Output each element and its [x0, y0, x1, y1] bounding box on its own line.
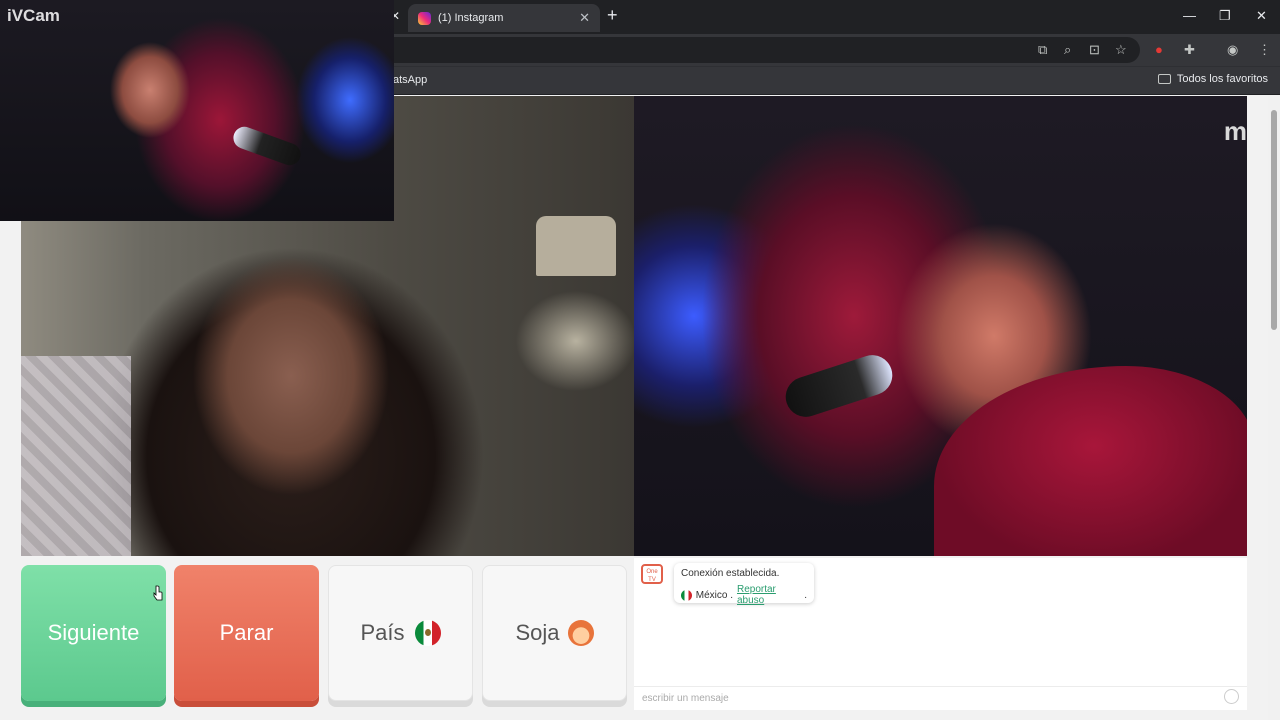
- bookmark-star-icon[interactable]: ☆: [1115, 42, 1127, 58]
- next-label: Siguiente: [47, 620, 140, 645]
- ivcam-title: iVCam: [7, 6, 60, 25]
- mouse-cursor-icon: [153, 585, 163, 601]
- tab-instagram[interactable]: (1) Instagram ✕: [408, 4, 600, 32]
- video-scene-lamp: [536, 216, 616, 276]
- video-scene-person: [934, 366, 1247, 556]
- menu-kebab-icon[interactable]: ⋮: [1258, 42, 1271, 58]
- scrollbar-thumb[interactable]: [1271, 110, 1277, 330]
- page-scrollbar[interactable]: [1268, 95, 1280, 720]
- extension-icon[interactable]: ●: [1155, 42, 1163, 57]
- mexico-flag-icon: [414, 620, 441, 646]
- ivcam-overlay-window[interactable]: iVCam: [0, 0, 394, 221]
- close-tab-icon[interactable]: ✕: [579, 10, 590, 26]
- address-bar[interactable]: [300, 37, 1140, 63]
- self-video: m: [634, 96, 1247, 556]
- message-input[interactable]: escribir un mensaje: [634, 686, 1247, 710]
- new-tab-button[interactable]: +: [607, 5, 618, 26]
- emoji-icon[interactable]: [1224, 689, 1239, 704]
- instagram-icon: [418, 11, 431, 25]
- bookmark-whatsapp[interactable]: atsApp: [393, 74, 427, 86]
- translate-icon[interactable]: ⧉: [1038, 42, 1047, 58]
- all-favorites-label: Todos los favoritos: [1176, 73, 1268, 85]
- report-abuse-link[interactable]: Reportar abuso: [737, 584, 804, 606]
- install-icon[interactable]: ⊡: [1089, 42, 1100, 58]
- stop-button[interactable]: Parar: [174, 565, 319, 701]
- gender-button[interactable]: Soja: [482, 565, 627, 701]
- chat-panel: One TV Conexión establecida. México . Re…: [634, 558, 1247, 710]
- profile-avatar-icon[interactable]: ◉: [1227, 42, 1238, 58]
- mexico-flag-icon: [681, 589, 692, 601]
- connection-message: Conexión establecida.: [681, 568, 780, 579]
- country-name: México: [695, 589, 728, 601]
- all-favorites-folder[interactable]: Todos los favoritos: [1157, 73, 1268, 85]
- tab-title: (1) Instagram: [438, 12, 504, 24]
- country-label: País: [360, 620, 405, 645]
- folder-icon: [1157, 74, 1171, 84]
- woman-emoji-icon: [567, 620, 594, 646]
- video-scene-microphone: [230, 123, 304, 169]
- close-window-icon[interactable]: ✕: [1256, 8, 1267, 24]
- video-scene-pillow: [21, 356, 131, 556]
- country-button[interactable]: País: [328, 565, 473, 701]
- minimize-icon[interactable]: —: [1183, 8, 1196, 23]
- system-message: Conexión establecida. México . Reportar …: [674, 563, 814, 606]
- site-watermark: m: [1223, 116, 1247, 146]
- gender-label: Soja: [515, 620, 560, 645]
- zoom-icon[interactable]: ⌕: [1064, 42, 1071, 58]
- stop-label: Parar: [219, 620, 274, 645]
- onetv-logo-icon: One TV: [641, 564, 663, 584]
- restore-icon[interactable]: ❐: [1219, 8, 1231, 24]
- extensions-puzzle-icon[interactable]: ✚: [1184, 42, 1195, 58]
- next-button[interactable]: Siguiente: [21, 565, 166, 701]
- video-scene-microphone: [780, 349, 898, 423]
